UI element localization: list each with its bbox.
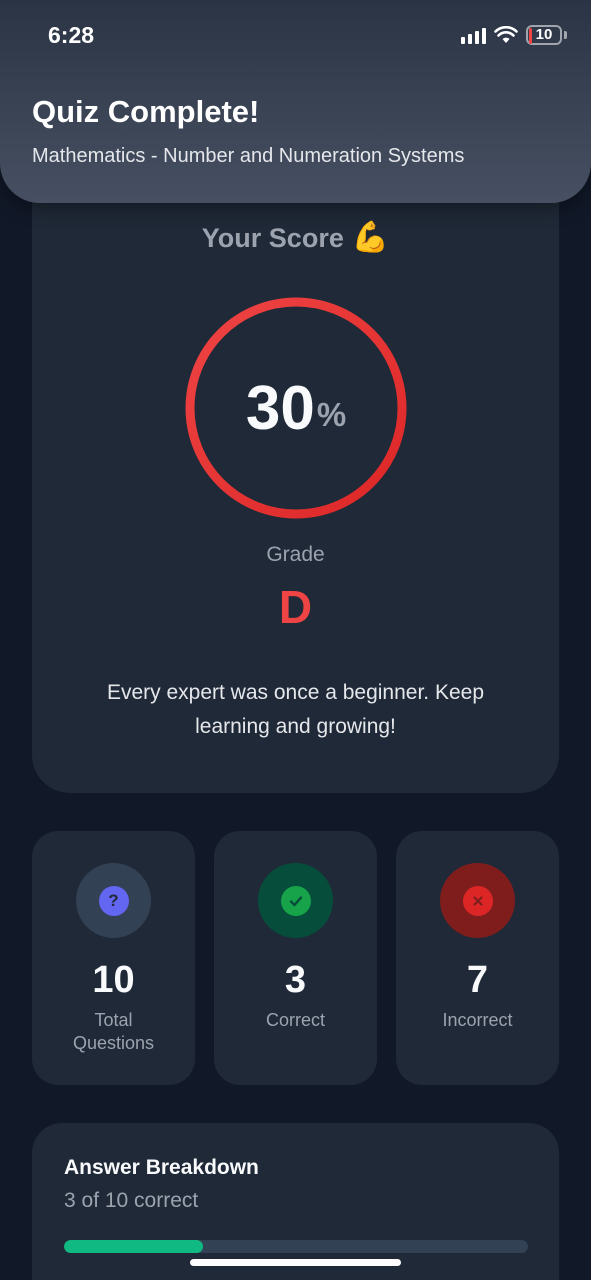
stat-icon-background: ? bbox=[76, 863, 151, 938]
percent-sign: % bbox=[316, 396, 347, 433]
stat-total-label: Total Questions bbox=[72, 1010, 155, 1053]
battery-level: 10 bbox=[535, 26, 553, 43]
answer-breakdown-card: Answer Breakdown 3 of 10 correct bbox=[32, 1123, 559, 1280]
page-title: Quiz Complete! bbox=[32, 94, 260, 129]
grade-label: Grade bbox=[266, 543, 325, 566]
wifi-icon bbox=[494, 26, 518, 43]
battery-icon: 10 bbox=[526, 25, 562, 45]
score-card: Your Score 💪 30% Grade D Every expert was… bbox=[32, 150, 559, 793]
status-icons: 10 bbox=[461, 25, 567, 45]
stat-correct-label: Correct bbox=[265, 1010, 325, 1030]
status-time: 6:28 bbox=[48, 22, 95, 48]
breakdown-subtitle: 3 of 10 correct bbox=[64, 1189, 199, 1212]
cellular-signal-icon bbox=[461, 26, 486, 44]
stat-icon-background bbox=[440, 863, 515, 938]
stat-card-incorrect: 7 Incorrect bbox=[396, 831, 559, 1085]
score-value: 30% bbox=[184, 296, 408, 520]
stat-incorrect-value: 7 bbox=[466, 959, 489, 1001]
breakdown-progress-fill bbox=[64, 1240, 204, 1253]
quiz-subject: Mathematics - Number and Numeration Syst… bbox=[32, 145, 465, 167]
score-heading: Your Score 💪 bbox=[32, 220, 559, 255]
check-icon bbox=[280, 885, 311, 916]
x-icon bbox=[462, 885, 493, 916]
score-number: 30 bbox=[245, 373, 315, 443]
stat-incorrect-label: Incorrect bbox=[442, 1010, 513, 1030]
encouragement-message: Every expert was once a beginner. Keep l… bbox=[106, 681, 485, 738]
question-icon: ? bbox=[98, 885, 129, 916]
breakdown-progress-bar bbox=[64, 1240, 528, 1253]
score-heading-label: Your Score bbox=[201, 223, 344, 253]
stat-icon-background bbox=[258, 863, 333, 938]
stat-correct-value: 3 bbox=[284, 959, 307, 1001]
stat-card-total: ? 10 Total Questions bbox=[32, 831, 195, 1085]
breakdown-title: Answer Breakdown bbox=[64, 1156, 259, 1179]
quiz-results-screen: 6:28 10 Quiz Complete! Mathematics - Num… bbox=[0, 0, 591, 1280]
flexed-biceps-icon: 💪 bbox=[351, 221, 390, 254]
grade-value: D bbox=[278, 581, 313, 633]
header: 6:28 10 Quiz Complete! Mathematics - Num… bbox=[0, 0, 591, 203]
stat-card-correct: 3 Correct bbox=[214, 831, 377, 1085]
stat-total-value: 10 bbox=[92, 959, 135, 1001]
home-indicator[interactable] bbox=[190, 1259, 401, 1266]
